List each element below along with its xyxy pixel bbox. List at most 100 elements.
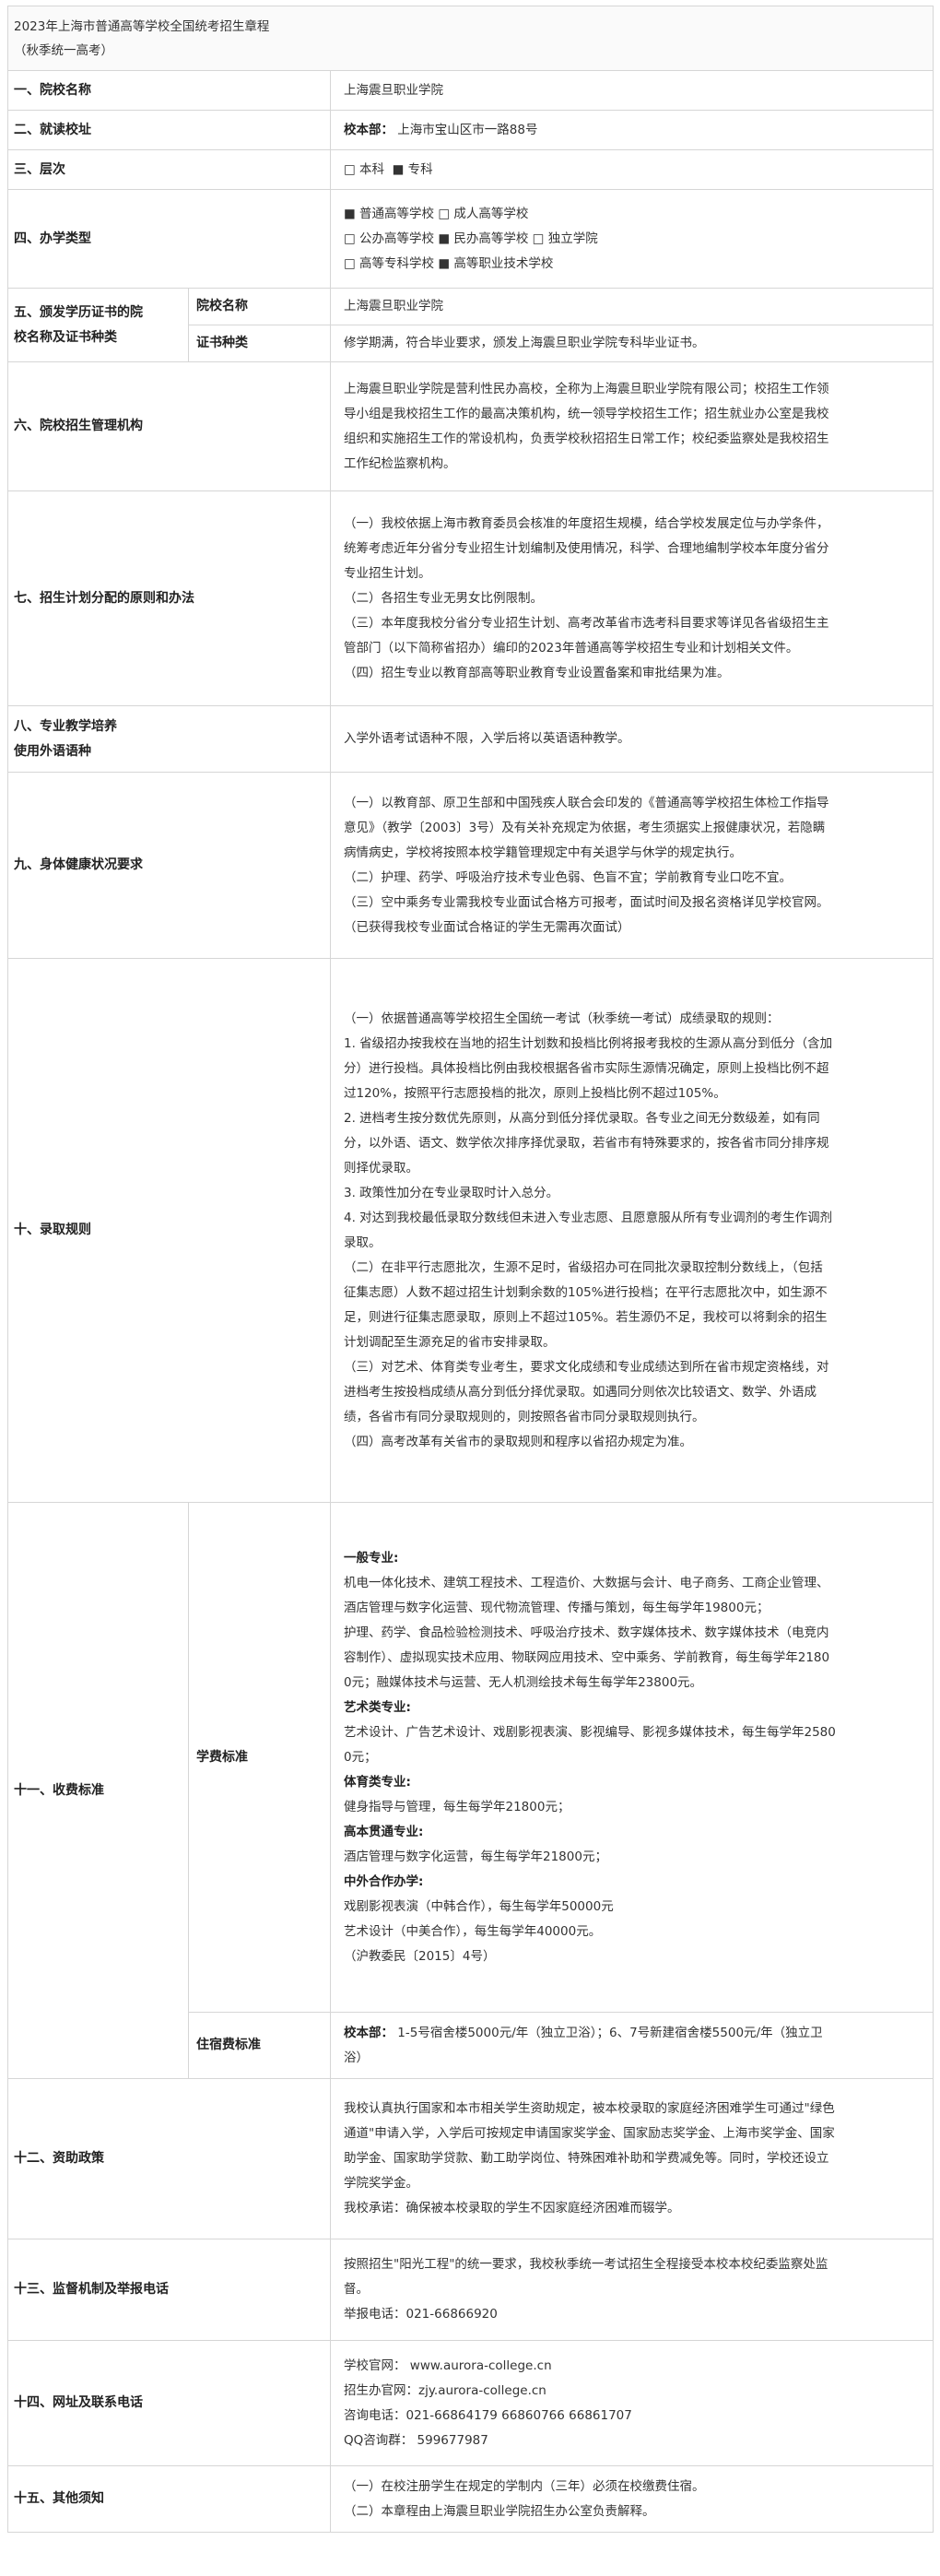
language-value: 入学外语考试语种不限，入学后将以英语语种教学。 (329, 705, 934, 773)
language-label-line: 使用外语语种 (14, 743, 91, 759)
table-row: 十二、资助政策 我校认真执行国家和本市相关学生资助规定，被本校录取的家庭经济困难… (7, 2078, 934, 2239)
text-line: （三）对艺术、体育类专业考生，要求文化成绩和专业成绩达到所在省市规定资格线，对 (344, 1359, 829, 1375)
sublabel-institution-name: 院校名称 (188, 288, 331, 325)
row-label-certificate: 五、颁发学历证书的院 校名称及证书种类 (7, 288, 189, 362)
contact-value: 学校官网： www.aurora-college.cn 招生办官网：zjy.au… (329, 2340, 934, 2466)
text-line: （四）高考改革有关省市的录取规则和程序以省招办规定为准。 (344, 1434, 692, 1449)
charter-table: 2023年上海市普通高等学校全国统考招生章程 （秋季统一高考） 一、院校名称 上… (6, 6, 934, 2533)
row-label-plan-principles: 七、招生计划分配的原则和办法 (7, 490, 331, 706)
row-label-admission-rules: 十、录取规则 (7, 958, 331, 1503)
text-line: 容制作）、虚拟现实技术应用、物联网应用技术、空中乘务、学前教育，每生每学年218… (344, 1649, 830, 1665)
certificate-label-line: 五、颁发学历证书的院 (14, 304, 143, 320)
admissions-website[interactable]: 招生办官网：zjy.aurora-college.cn (344, 2379, 920, 2404)
text-line: （二）各招生专业无男女比例限制。 (344, 590, 543, 606)
row-label-level: 三、层次 (7, 149, 331, 190)
school-type-line: □ 高等专科学校 ■ 高等职业技术学校 (344, 255, 554, 271)
text-line: 计划调配至生源充足的省市安排录取。 (344, 1334, 556, 1350)
table-row: 三、层次 □ 本科 ■ 专科 (7, 149, 934, 190)
text-line: 酒店管理与数字化运营，每生每学年21800元； (344, 1849, 607, 1864)
row-label-school-type: 四、办学类型 (7, 189, 331, 289)
certificate-label-line: 校名称及证书种类 (14, 329, 117, 345)
text-line: 酒店管理与数字化运营、现代物流管理、传播与策划，每生每学年19800元； (344, 1600, 770, 1615)
text-line: （三）空中乘务专业需我校专业面试合格方可报考，面试时间及报名资格详见学校官网。 (344, 894, 829, 910)
institution-name-value: 上海震旦职业学院 (329, 288, 934, 325)
text-line: 艺术设计（中美合作），每生每学年40000元。 (344, 1923, 602, 1939)
level-option-junior: ■ 专科 (392, 161, 433, 177)
text-line: 导小组是我校招生工作的最高决策机构，统一领导学校招生工作；招生就业办公室是我校 (344, 406, 829, 421)
school-website[interactable]: 学校官网： www.aurora-college.cn (344, 2354, 920, 2379)
text-line: （四）招生专业以教育部高等职业教育专业设置备案和审批结果为准。 (344, 665, 730, 680)
text-line: 3. 政策性加分在专业录取时计入总分。 (344, 1185, 559, 1200)
school-name-value: 上海震旦职业学院 (329, 70, 934, 111)
document-title: 2023年上海市普通高等学校全国统考招生章程 (14, 18, 270, 34)
table-row: 十三、监督机制及举报电话 按照招生"阳光工程"的统一要求，我校秋季统一考试招生全… (7, 2239, 934, 2341)
consult-phone: 咨询电话：021-66864179 66860766 66861707 (344, 2407, 632, 2423)
dorm-text: 1-5号宿舍楼5000元/年（独立卫浴）；6、7号新建宿舍楼5500元/年（独立… (397, 2025, 823, 2040)
charter-document: 2023年上海市普通高等学校全国统考招生章程 （秋季统一高考） 一、院校名称 上… (6, 6, 934, 2533)
table-row: 二、就读校址 校本部： 上海市宝山区市一路88号 (7, 110, 934, 150)
plan-principles-value: （一）我校依据上海市教育委员会核准的年度招生规模，结合学校发展定位与办学条件， … (329, 490, 934, 706)
text-line: 上海震旦职业学院是营利性民办高校，全称为上海震旦职业学院有限公司；校招生工作领 (344, 381, 829, 396)
text-line: 护理、药学、食品检验检测技术、呼吸治疗技术、数字媒体技术、数字媒体技术（电竞内 (344, 1625, 829, 1640)
language-label-line: 八、专业教学培养 (14, 718, 117, 734)
text-line: （已获得我校专业面试合格证的学生无需再次面试） (344, 919, 630, 935)
admissions-office-value: 上海震旦职业学院是营利性民办高校，全称为上海震旦职业学院有限公司；校招生工作领 … (329, 361, 934, 491)
table-row: 九、身体健康状况要求 （一）以教育部、原卫生部和中国残疾人联合会印发的《普通高等… (7, 772, 934, 959)
text-line: （二）在非平行志愿批次，生源不足时，省级招办可在同批次录取控制分数线上，（包括 (344, 1259, 823, 1275)
sublabel-tuition: 学费标准 (188, 1502, 331, 2013)
text-line: 学院奖学金。 (344, 2176, 418, 2191)
text-line: （一）依据普通高等学校招生全国统一考试（秋季统一考试）成绩录取的规则： (344, 1010, 780, 1026)
level-value: □ 本科 ■ 专科 (329, 149, 934, 190)
text-line: 工作纪检监察机构。 (344, 455, 456, 471)
table-row: 八、专业教学培养 使用外语语种 入学外语考试语种不限，入学后将以英语语种教学。 (7, 705, 934, 773)
row-label-supervision: 十三、监督机制及举报电话 (7, 2239, 331, 2341)
text-line: （三）本年度我校分省分专业招生计划、高考改革省市选考科目要求等详见各省级招生主 (344, 615, 829, 631)
table-row: 十五、其他须知 （一）在校注册学生在规定的学制内（三年）必须在校缴费住宿。 （二… (7, 2465, 934, 2533)
sublabel-certificate-type: 证书种类 (188, 325, 331, 362)
row-label-school-name: 一、院校名称 (7, 70, 331, 111)
campus-address: 上海市宝山区市一路88号 (397, 122, 538, 137)
document-header: 2023年上海市普通高等学校全国统考招生章程 （秋季统一高考） (6, 6, 934, 71)
row-label-fees: 十一、收费标准 (7, 1502, 189, 2079)
text-line: 通道"申请入学，入学后可按规定申请国家奖学金、国家励志奖学金、上海市奖学金、国家 (344, 2126, 835, 2141)
text-line: 组织和实施招生工作的常设机构，负责学校秋招招生日常工作；校纪委监察处是我校招生 (344, 431, 829, 446)
row-label-aid: 十二、资助政策 (7, 2078, 331, 2239)
school-type-line: □ 公办高等学校 ■ 民办高等学校 □ 独立学院 (344, 230, 598, 246)
table-row: 十、录取规则 （一）依据普通高等学校招生全国统一考试（秋季统一考试）成绩录取的规… (7, 958, 934, 1503)
school-type-line: ■ 普通高等学校 □ 成人高等学校 (344, 206, 529, 221)
tuition-category-heading: 中外合作办学: (344, 1873, 424, 1889)
tuition-category-heading: 体育类专业: (344, 1774, 411, 1790)
text-line: 2. 进档考生按分数优先原则，从高分到低分择优录取。各专业之间无分数级差，如有同 (344, 1110, 820, 1126)
text-line: 健身指导与管理，每生每学年21800元； (344, 1799, 570, 1814)
supervision-value: 按照招生"阳光工程"的统一要求，我校秋季统一考试招生全程接受本校本校纪委监察处监… (329, 2239, 934, 2341)
table-row: 四、办学类型 ■ 普通高等学校 □ 成人高等学校 □ 公办高等学校 ■ 民办高等… (7, 189, 934, 289)
text-line: 统筹考虑近年分省分专业招生计划编制及使用情况，科学、合理地编制学校本年度分省分 (344, 540, 829, 556)
table-row: 十一、收费标准 学费标准 一般专业: 机电一体化技术、建筑工程技术、工程造价、大… (7, 1502, 934, 2079)
text-line: 绩，各省市有同分录取规则的，则按照各省市同分录取规则执行。 (344, 1409, 705, 1424)
tuition-category-heading: 一般专业: (344, 1550, 399, 1566)
text-line: 征集志愿）人数不超过招生计划剩余数的105%进行投档；在平行志愿批次中，如生源不 (344, 1284, 828, 1300)
row-label-admissions-office: 六、院校招生管理机构 (7, 361, 331, 491)
text-line: 则择优录取。 (344, 1160, 418, 1176)
admission-rules-value: （一）依据普通高等学校招生全国统一考试（秋季统一考试）成绩录取的规则： 1. 省… (329, 958, 934, 1503)
text-line: 戏剧影视表演（中韩合作），每生每学年50000元 (344, 1898, 614, 1914)
table-row: 五、颁发学历证书的院 校名称及证书种类 院校名称 上海震旦职业学院 (7, 288, 934, 362)
text-line: 助学金、国家助学贷款、勤工助学岗位、特殊困难补助和学费减免等。同时，学校还设立 (344, 2151, 829, 2166)
text-line: 管部门（以下简称省招办）编印的2023年普通高等学校招生专业和计划相关文件。 (344, 640, 799, 656)
table-row: 一、院校名称 上海震旦职业学院 (7, 70, 934, 111)
text-line: 意见》（教学〔2003〕3号）及有关补充规定为依据，考生须据实上报健康状况，若隐… (344, 820, 826, 835)
text-line: 按照招生"阳光工程"的统一要求，我校秋季统一考试招生全程接受本校本校纪委监察处监 (344, 2257, 828, 2272)
text-line: 分）进行投档。具体投档比例由我校根据各省市实际生源情况确定，原则上投档比例不超 (344, 1060, 829, 1076)
level-option-undergrad: □ 本科 (344, 161, 385, 177)
other-value: （一）在校注册学生在规定的学制内（三年）必须在校缴费住宿。 （二）本章程由上海震… (329, 2465, 934, 2533)
text-line: 进档考生按投档成绩从高分到低分择优录取。如遇同分则依次比较语文、数学、外语成 (344, 1384, 817, 1400)
text-line: （沪教委民〔2015〕4号） (344, 1948, 496, 1964)
tuition-category-heading: 艺术类专业: (344, 1699, 411, 1715)
text-line: 我校认真执行国家和本市相关学生资助规定，被本校录取的家庭经济困难学生可通过"绿色 (344, 2101, 835, 2116)
table-row: 七、招生计划分配的原则和办法 （一）我校依据上海市教育委员会核准的年度招生规模，… (7, 490, 934, 706)
text-line: 专业招生计划。 (344, 565, 431, 581)
text-line: 艺术设计、广告艺术设计、戏剧影视表演、影视编导、影视多媒体技术，每生每学年258… (344, 1724, 836, 1740)
school-type-value: ■ 普通高等学校 □ 成人高等学校 □ 公办高等学校 ■ 民办高等学校 □ 独立… (329, 189, 934, 289)
dorm-value: 校本部： 1-5号宿舍楼5000元/年（独立卫浴）；6、7号新建宿舍楼5500元… (329, 2012, 934, 2079)
text-line: 举报电话：021-66866920 (344, 2307, 498, 2322)
